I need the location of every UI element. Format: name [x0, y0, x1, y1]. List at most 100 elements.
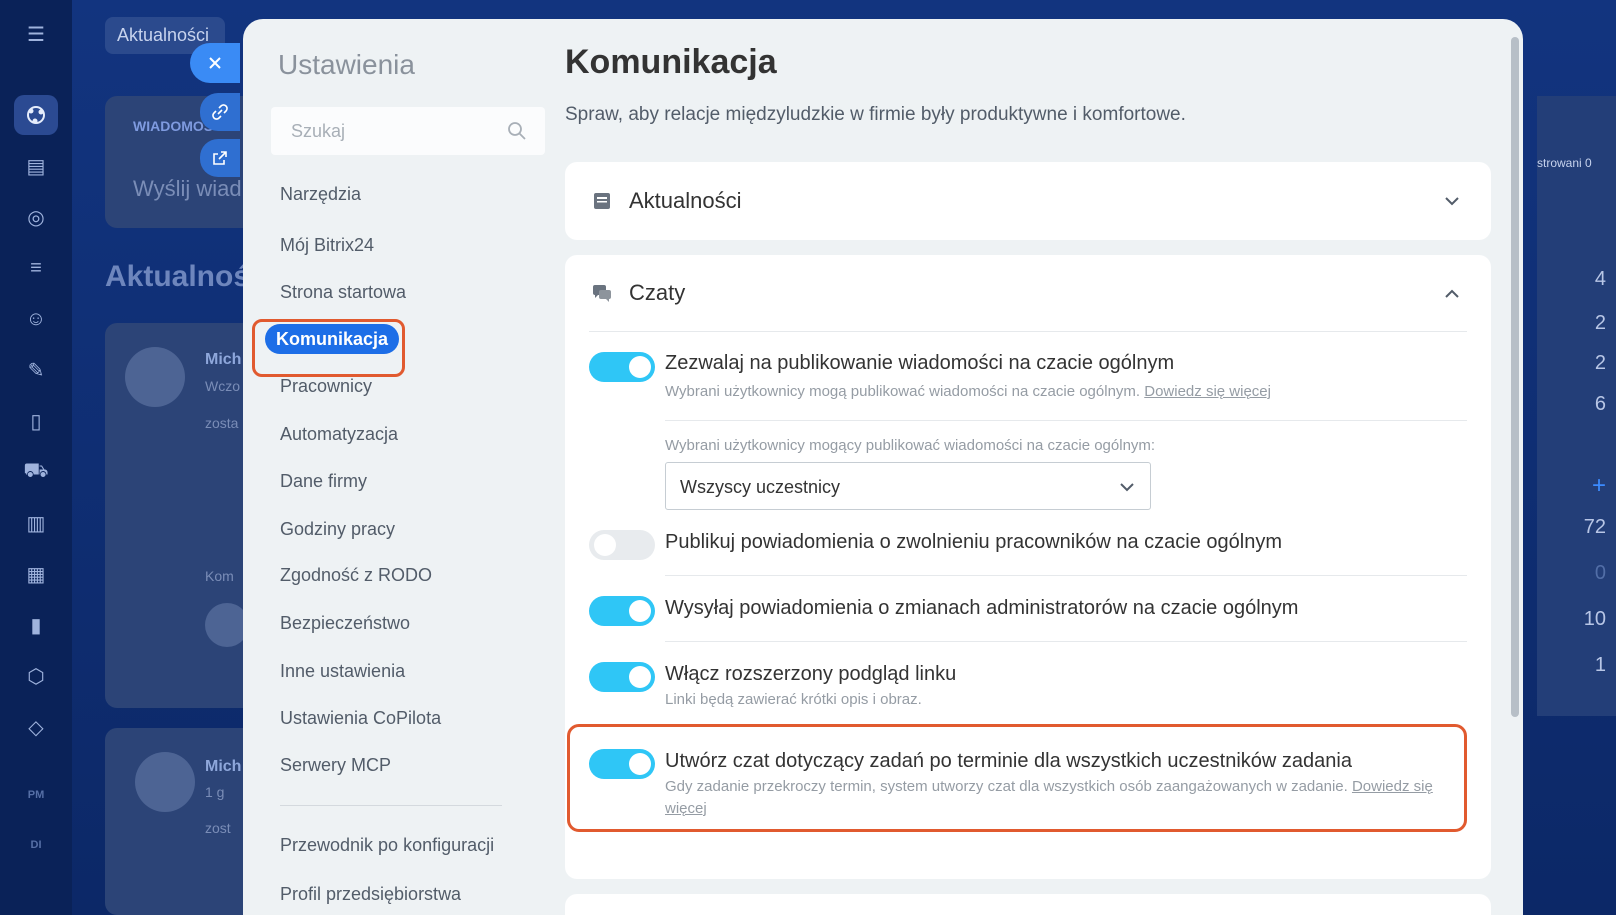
search-icon[interactable]: [507, 121, 527, 141]
option-label: Wysyłaj powiadomienia o zmianach adminis…: [665, 597, 1299, 619]
bg-post-card-2: Mich 1 g zost: [105, 728, 255, 915]
news-icon: [594, 193, 610, 209]
chevron-down-icon[interactable]: [1443, 192, 1461, 210]
bg-count: 6: [1594, 393, 1606, 415]
settings-content: Komunikacja Spraw, aby relacje międzylud…: [553, 19, 1523, 915]
nav-item-tools[interactable]: Narzędzia: [280, 181, 361, 207]
chevron-up-icon[interactable]: [1443, 285, 1461, 303]
nav-divider: [280, 805, 502, 806]
bg-post-card: Mich Wczo zosta Kom: [105, 323, 255, 708]
nav-item-company-data[interactable]: Dane firmy: [280, 468, 367, 494]
section-divider: [589, 331, 1467, 332]
nav-item-start-page[interactable]: Strona startowa: [280, 279, 406, 305]
cart-icon[interactable]: ⛟: [14, 452, 58, 492]
left-rail: ☰ ▤ ◎ ≡ ☺ ✎ ▯ ⛟ ▥ ▦ ▮ ⬡ ◇ PM DI: [0, 0, 72, 915]
toggle-dismissal-notifications[interactable]: [589, 530, 655, 560]
bg-count: 10: [1583, 608, 1606, 630]
bg-post-author: Mich: [205, 351, 242, 368]
document-icon[interactable]: ▯: [14, 401, 58, 441]
row-divider: [665, 575, 1467, 576]
learn-more-link[interactable]: Dowiedz się więcej: [1144, 383, 1271, 400]
option-description: Linki będą zawierać krótki opis i obraz.: [665, 691, 922, 708]
bg-post-snippet: zosta: [205, 415, 239, 431]
option-label: Publikuj powiadomienia o zwolnieniu prac…: [665, 531, 1283, 553]
scrollbar[interactable]: [1511, 37, 1519, 717]
section-news-header[interactable]: Aktualności: [591, 181, 742, 221]
publishers-select[interactable]: Wszyscy uczestnicy: [665, 462, 1151, 510]
page-subtitle: Spraw, aby relacje międzyludzkie w firmi…: [565, 104, 1186, 125]
open-new-window-button[interactable]: [200, 139, 240, 177]
bg-comment-label: Kom: [205, 568, 234, 584]
hexagon-icon[interactable]: ⬡: [14, 656, 58, 696]
pen-icon[interactable]: ✎: [14, 350, 58, 390]
section-news[interactable]: Aktualności: [565, 162, 1491, 240]
section-next: [565, 894, 1491, 915]
bg-count: 1: [1594, 654, 1606, 676]
bg-send-message: Wyślij wiad: [133, 176, 242, 201]
calendar-icon[interactable]: ▦: [14, 554, 58, 594]
target-icon[interactable]: ◎: [14, 197, 58, 237]
chats-icon: [593, 285, 611, 302]
external-link-icon: [213, 151, 227, 165]
rail-pm[interactable]: PM: [14, 775, 58, 815]
nav-item-mcp-servers[interactable]: Serwery MCP: [280, 752, 391, 778]
feed-icon[interactable]: [14, 95, 58, 135]
option-label: Włącz rozszerzony podgląd linku: [665, 663, 957, 685]
bg-count: 4: [1594, 268, 1606, 290]
building-icon[interactable]: ▥: [14, 503, 58, 543]
settings-title: Ustawienia: [278, 49, 415, 80]
select-label: Wybrani użytkownicy mogący publikować wi…: [665, 437, 1156, 454]
contacts-icon[interactable]: ▤: [14, 146, 58, 186]
bg-filtered-label: strowani 0: [1537, 156, 1592, 170]
nav-item-automation[interactable]: Automatyzacja: [280, 421, 398, 447]
nav-item-other-settings[interactable]: Inne ustawienia: [280, 658, 405, 684]
row-divider: [665, 420, 1467, 421]
settings-modal: Ustawienia Narzędzia Mój Bitrix24 Strona…: [243, 19, 1523, 915]
nav-item-gdpr[interactable]: Zgodność z RODO: [280, 562, 432, 588]
section-news-title: Aktualności: [629, 188, 742, 213]
nav-highlight-frame: [252, 319, 405, 377]
toggle-rich-link-preview[interactable]: [589, 662, 655, 692]
copy-link-button[interactable]: [200, 93, 240, 131]
search-box: [271, 107, 545, 155]
nav-item-config-guide[interactable]: Przewodnik po konfiguracji: [280, 832, 494, 858]
nav-item-copilot-settings[interactable]: Ustawienia CoPilota: [280, 705, 441, 731]
section-chats-header[interactable]: Czaty: [591, 273, 685, 313]
menu-icon[interactable]: ☰: [14, 14, 58, 54]
chart-icon[interactable]: ▮: [14, 605, 58, 645]
option-label: Utwórz czat dotyczący zadań po terminie …: [665, 750, 1352, 772]
funnel-icon[interactable]: ≡: [14, 248, 58, 288]
option-label: Zezwalaj na publikowanie wiadomości na c…: [665, 352, 1175, 374]
page-title: Komunikacja: [565, 43, 777, 81]
option-description: Gdy zadanie przekroczy termin, system ut…: [665, 776, 1445, 820]
section-chats-title: Czaty: [629, 280, 686, 305]
toggle-general-chat-publishing[interactable]: [589, 352, 655, 382]
nav-item-company-profile[interactable]: Profil przedsiębiorstwa: [280, 881, 461, 907]
row-divider: [665, 641, 1467, 642]
rail-di[interactable]: DI: [14, 825, 58, 865]
section-chats: Czaty Zezwalaj na publikowanie wiadomośc…: [565, 255, 1491, 879]
toggle-admin-change-notifications[interactable]: [589, 596, 655, 626]
bg-feed-title: Aktualnoś: [105, 260, 251, 293]
bg-count: 0: [1594, 562, 1606, 584]
bg-post2-time: 1 g: [205, 784, 225, 800]
close-slider-button[interactable]: [190, 43, 240, 83]
box-icon[interactable]: ◇: [14, 707, 58, 747]
bg-add-icon[interactable]: +: [1592, 472, 1606, 500]
avatar: [135, 752, 195, 812]
bg-count: 2: [1594, 352, 1606, 374]
nav-item-employees[interactable]: Pracownicy: [280, 373, 372, 399]
chevron-down-icon: [1120, 483, 1134, 492]
search-input[interactable]: [271, 107, 501, 155]
toggle-overdue-task-chat[interactable]: [589, 749, 655, 779]
bg-count: 72: [1583, 516, 1606, 538]
option-description-text: Gdy zadanie przekroczy termin, system ut…: [665, 778, 1348, 795]
bg-post2-snippet: zost: [205, 820, 231, 836]
bg-post2-author: Mich: [205, 758, 242, 775]
bg-right-panel: strowani 0 4 2 2 6 + 72 0 10 1: [1537, 96, 1616, 716]
nav-item-my-bitrix24[interactable]: Mój Bitrix24: [280, 232, 374, 258]
close-icon: [209, 57, 221, 69]
robot-icon[interactable]: ☺: [14, 299, 58, 339]
nav-item-security[interactable]: Bezpieczeństwo: [280, 610, 410, 636]
nav-item-working-hours[interactable]: Godziny pracy: [280, 516, 395, 542]
